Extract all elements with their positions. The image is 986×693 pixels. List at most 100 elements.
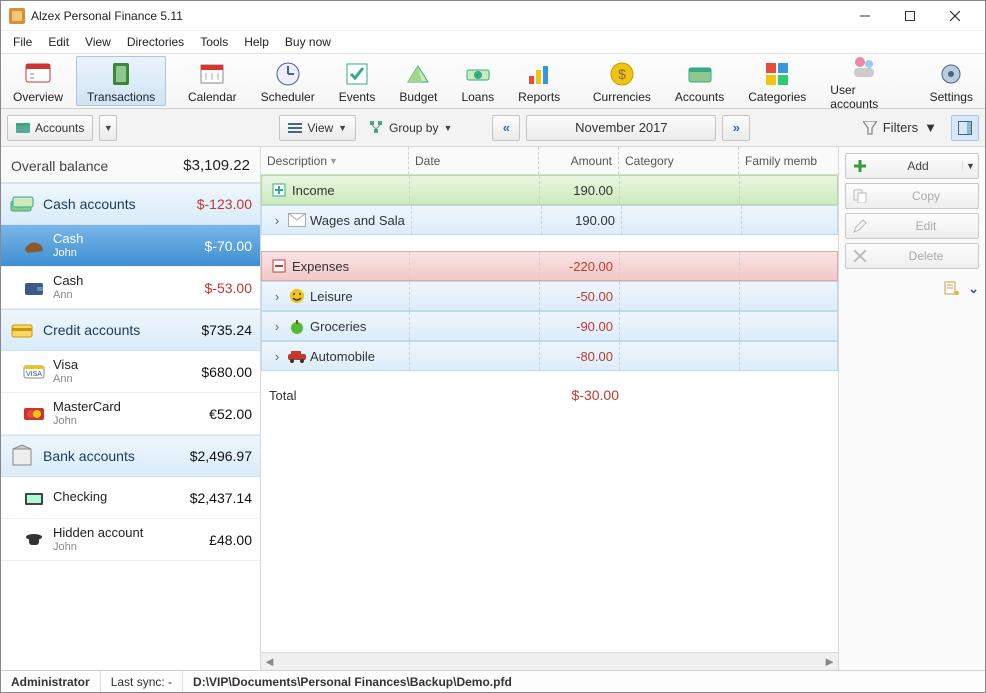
date-range-selector[interactable]: November 2017 — [526, 115, 716, 141]
group-amount: $735.24 — [201, 322, 252, 338]
account-icon — [23, 529, 45, 551]
account-item[interactable]: Hidden accountJohn£48.00 — [1, 519, 260, 561]
pencil-icon — [846, 219, 874, 233]
toolbar-scheduler[interactable]: Scheduler — [250, 56, 326, 106]
transactions-grid: Description▼ Date Amount Category Family… — [261, 147, 839, 670]
toolbar-label: Budget — [399, 90, 437, 104]
account-group[interactable]: Credit accounts $735.24 — [1, 309, 260, 351]
account-name: Checking — [53, 490, 182, 505]
group-name: Credit accounts — [43, 322, 193, 338]
account-owner: John — [53, 541, 201, 554]
groupby-dropdown[interactable]: Group by ▼ — [362, 115, 460, 141]
minimize-button[interactable] — [842, 2, 887, 30]
toolbar-calendar[interactable]: Calendar — [177, 56, 248, 106]
view-label: View — [307, 121, 333, 135]
horizontal-scrollbar[interactable]: ◄ ► — [261, 652, 838, 670]
account-item[interactable]: CashAnn$-53.00 — [1, 267, 260, 309]
main-toolbar: OverviewTransactionsCalendarScheduler Eve… — [1, 53, 985, 109]
add-button[interactable]: Add ▼ — [845, 153, 979, 179]
row-amount: -50.00 — [540, 282, 620, 310]
col-family[interactable]: Family memb — [739, 147, 838, 174]
menu-file[interactable]: File — [5, 33, 40, 51]
delete-button[interactable]: Delete — [845, 243, 979, 269]
col-description[interactable]: Description▼ — [261, 147, 409, 174]
titlebar: Alzex Personal Finance 5.11 — [1, 1, 985, 31]
copy-button[interactable]: Copy — [845, 183, 979, 209]
add-dropdown-caret[interactable]: ▼ — [962, 161, 978, 171]
account-amount: $-70.00 — [205, 238, 252, 254]
toolbar-budget[interactable]: Budget — [388, 56, 448, 106]
account-group[interactable]: Cash accounts$-123.00 — [1, 183, 260, 225]
toolbar-categories[interactable]: Categories — [737, 56, 817, 106]
close-button[interactable] — [932, 2, 977, 30]
toolbar-currencies[interactable]: $Currencies — [582, 56, 662, 106]
group-icon — [9, 191, 35, 217]
collapse-all-icon[interactable]: ⌄ — [968, 281, 979, 297]
account-icon: VISA — [23, 361, 45, 383]
copy-label: Copy — [874, 189, 978, 203]
accounts-dropdown-caret[interactable]: ▼ — [99, 115, 117, 141]
edit-button[interactable]: Edit — [845, 213, 979, 239]
prev-period-button[interactable]: « — [492, 115, 520, 141]
grid-group-row[interactable]: Income190.00 — [261, 175, 838, 205]
menu-tools[interactable]: Tools — [192, 33, 236, 51]
account-item[interactable]: VISAVisaAnn$680.00 — [1, 351, 260, 393]
toolbar-reports[interactable]: Reports — [507, 56, 571, 106]
toolbar-accounts[interactable]: Accounts — [664, 56, 735, 106]
grid-row[interactable]: ›Automobile-80.00 — [261, 341, 838, 371]
account-group[interactable]: Bank accounts$2,496.97 — [1, 435, 260, 477]
menu-help[interactable]: Help — [236, 33, 277, 51]
view-dropdown[interactable]: View ▼ — [279, 115, 356, 141]
grid-row[interactable]: ›Groceries-90.00 — [261, 311, 838, 341]
toolbar-settings[interactable]: Settings — [919, 56, 984, 106]
account-icon — [23, 487, 45, 509]
toolbar-label: Events — [339, 90, 376, 104]
settings-icon — [937, 60, 965, 88]
expand-icon[interactable]: › — [268, 289, 286, 304]
expand-icon[interactable]: › — [268, 349, 286, 364]
toolbar-overview[interactable]: Overview — [2, 56, 74, 106]
overview-icon — [24, 60, 52, 88]
menu-view[interactable]: View — [77, 33, 119, 51]
expand-icon[interactable]: › — [268, 319, 286, 334]
groupby-label: Group by — [389, 121, 438, 135]
x-icon — [846, 250, 874, 262]
expand-all-icon[interactable] — [944, 281, 960, 297]
menu-directories[interactable]: Directories — [119, 33, 192, 51]
reports-icon — [525, 60, 553, 88]
menu-buy-now[interactable]: Buy now — [277, 33, 339, 51]
toggle-right-pane[interactable] — [951, 115, 979, 141]
toolbar-events[interactable]: Events — [328, 56, 387, 106]
col-date[interactable]: Date — [409, 147, 539, 174]
account-item[interactable]: MasterCardJohn€52.00 — [1, 393, 260, 435]
plus-icon — [268, 183, 290, 197]
account-item[interactable]: Checking$2,437.14 — [1, 477, 260, 519]
filters-dropdown[interactable]: Filters ▼ — [855, 116, 945, 139]
group-label: Income — [290, 183, 403, 198]
toolbar-label: User accounts — [830, 83, 897, 111]
toolbar-label: Currencies — [593, 90, 651, 104]
overall-balance-row: Overall balance $3,109.22 — [1, 149, 260, 183]
accounts-sidebar: Overall balance $3,109.22 Cash accounts$… — [1, 147, 261, 670]
toolbar-transactions[interactable]: Transactions — [76, 56, 166, 106]
toolbar-loans[interactable]: Loans — [450, 56, 505, 106]
next-period-button[interactable]: » — [722, 115, 750, 141]
scroll-left-icon[interactable]: ◄ — [263, 654, 276, 669]
row-icon — [286, 349, 308, 363]
accounts-dropdown[interactable]: Accounts — [7, 115, 93, 141]
toolbar-label: Reports — [518, 90, 560, 104]
toolbar-label: Settings — [930, 90, 973, 104]
grid-group-row[interactable]: Expenses-220.00 — [261, 251, 838, 281]
col-amount[interactable]: Amount — [539, 147, 619, 174]
account-item[interactable]: CashJohn$-70.00 — [1, 225, 260, 267]
toolbar-useraccounts[interactable]: User accounts — [819, 56, 908, 106]
account-name: Cash — [53, 232, 197, 247]
expand-icon[interactable]: › — [268, 213, 286, 228]
maximize-button[interactable] — [887, 2, 932, 30]
menu-edit[interactable]: Edit — [40, 33, 77, 51]
scroll-right-icon[interactable]: ► — [823, 654, 836, 669]
grid-row[interactable]: ›Wages and Sala190.00 — [261, 205, 838, 235]
col-category[interactable]: Category — [619, 147, 739, 174]
grid-row[interactable]: ›Leisure-50.00 — [261, 281, 838, 311]
toolbar-label: Categories — [748, 90, 806, 104]
